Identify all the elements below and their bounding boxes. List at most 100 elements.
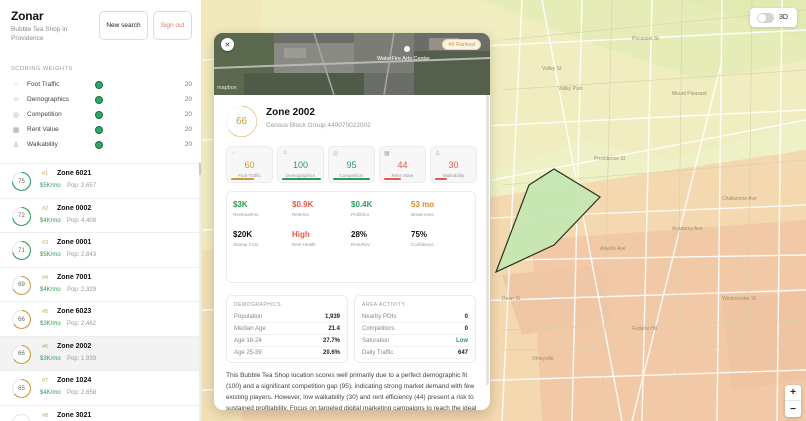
zoom-out-button[interactable]: −: [785, 401, 801, 417]
financial-label: Rent Health: [292, 242, 316, 247]
panel-row: Nearby POIs 0: [362, 312, 468, 323]
metric-value: 100: [292, 160, 309, 170]
zone-list-item[interactable]: 65 #7 Zone 1024 $4K/mo Pop: 2,658: [0, 370, 199, 405]
zone-score-ring: 75: [12, 172, 31, 191]
zone-list-item[interactable]: #8 Zone 3021: [0, 404, 199, 421]
financial-label: Revenue/mo: [233, 212, 259, 217]
weight-value: 20: [184, 111, 192, 118]
rank-badge: #6 Ranked: [442, 39, 481, 50]
metric-value: 44: [397, 160, 408, 170]
financial-value: High: [292, 230, 310, 239]
weight-value: 20: [184, 141, 192, 148]
sign-out-button[interactable]: Sign out: [153, 11, 192, 40]
zone-name: Zone 3021: [57, 411, 92, 419]
financial-label: Rent/Rev: [351, 242, 370, 247]
panel-row: Age 18-24 27.7%: [234, 336, 340, 347]
panel-row-label: Competitors: [362, 326, 395, 332]
scoring-weights-title: SCORING WEIGHTS: [11, 66, 73, 72]
zone-list-item[interactable]: 69 #4 Zone 7001 $4K/mo Pop: 2,329: [0, 266, 199, 302]
zone-list-item[interactable]: 66 #5 Zone 6023 $3K/mo Pop: 2,462: [0, 301, 199, 336]
zone-rent: $3K/mo: [40, 321, 61, 327]
zone-rent: $5K/mo: [40, 252, 61, 258]
weight-slider-handle[interactable]: [95, 140, 103, 149]
zone-name: Zone 0002: [57, 204, 92, 212]
map-street-label: Federal Hill: [632, 326, 657, 332]
zone-score: 75: [18, 178, 25, 185]
map-street-label: Dean St: [502, 296, 521, 302]
new-search-button[interactable]: New search: [99, 11, 148, 40]
zone-score-ring: 71: [12, 241, 31, 260]
zone-subtitle: Census Block Group 440070022002: [266, 122, 371, 129]
financial-metric: $20K Startup Cost: [233, 230, 258, 247]
zone-rank: #2: [42, 205, 49, 212]
card-scrollbar[interactable]: [486, 95, 489, 385]
zone-score-ring: 65: [12, 379, 31, 398]
area-activity-panel: AREA ACTIVITY Nearby POIs 0 Competitors 0…: [354, 295, 476, 363]
weight-row: ☺ Demographics 20: [11, 93, 192, 106]
weight-slider-handle[interactable]: [95, 95, 103, 104]
toggle-knob: [758, 13, 766, 22]
metric-bar: [231, 178, 255, 180]
zone-name: Zone 0001: [57, 239, 92, 246]
zone-rent: $3K/mo: [40, 355, 61, 362]
weight-slider-handle[interactable]: [95, 125, 103, 134]
weight-value: 20: [184, 96, 192, 103]
weight-label: Demographics: [27, 96, 69, 103]
weight-label: Walkability: [27, 141, 58, 148]
zoom-in-button[interactable]: +: [785, 385, 801, 401]
zone-name: Zone 7001: [57, 273, 92, 281]
map-street-label: Westminster St: [722, 296, 756, 302]
zone-list-item[interactable]: 72 #2 Zone 0002 $4K/mo Pop: 4,408: [0, 197, 199, 233]
panel-row-label: Age 18-24: [234, 338, 262, 344]
zone-name: Zone 6021: [57, 170, 92, 177]
zone-population: Pop: 2,658: [67, 390, 97, 396]
metric-card: ◎ 95 Competition: [328, 146, 375, 183]
zone-rent: $4K/mo: [40, 286, 61, 293]
weight-slider-handle[interactable]: [95, 110, 103, 119]
close-button[interactable]: ✕: [221, 38, 234, 51]
brand: Zonar Bubble Tea Shop in Providence: [11, 9, 81, 43]
metric-bar: [333, 178, 371, 180]
map-street-label: Chalkstone Ave: [722, 196, 757, 202]
panel-row-label: Saturation: [362, 338, 390, 344]
zone-list-item[interactable]: 71 #3 Zone 0001 $5K/mo Pop: 2,843: [0, 232, 199, 267]
zone-score-ring: 66: [12, 310, 31, 329]
building-icon: ▦: [384, 151, 390, 157]
map-street-label: Academy Ave: [672, 226, 703, 232]
financial-label: Rent/mo: [292, 212, 310, 217]
map-street-label: Valley Park: [558, 86, 583, 92]
zone-summary: This Bubble Tea Shop location scores wel…: [226, 372, 477, 410]
people-icon: ☺: [12, 96, 20, 103]
weight-value: 20: [184, 126, 192, 133]
zone-score-ring: 69: [12, 275, 31, 295]
zone-score: 71: [18, 247, 25, 254]
panel-row-value: 1,939: [324, 314, 340, 320]
demographics-title: DEMOGRAPHICS: [234, 302, 282, 308]
financial-value: $3K: [233, 200, 248, 209]
weight-row: ⁘ Foot Traffic 20: [11, 78, 192, 91]
financial-metric: $3K Revenue/mo: [233, 200, 259, 217]
panel-row-value: 0: [464, 314, 468, 320]
zoom-control: + −: [785, 385, 801, 417]
zone-list-item[interactable]: 66 #6 Zone 2002 $3K/mo Pop: 1,939: [0, 335, 199, 371]
zone-rank: #5: [42, 309, 49, 315]
zone-score: 66: [18, 316, 25, 323]
panel-row-label: Nearby POIs: [362, 314, 397, 320]
target-icon: ◎: [12, 111, 20, 119]
weight-row: ◎ Competition 20: [11, 108, 192, 121]
photo-place-label: WaterFire Arts Center: [377, 56, 430, 62]
panel-row-label: Median Age: [234, 326, 266, 332]
zone-rank: #7: [42, 378, 49, 384]
sidebar: Zonar Bubble Tea Shop in Providence New …: [0, 0, 202, 421]
zone-list-item[interactable]: 75 #1 Zone 6021 $5K/mo Pop: 2,657: [0, 163, 199, 198]
weight-row: ▦ Rent Value 20: [11, 123, 192, 136]
financial-metric: High Rent Health: [292, 230, 316, 247]
3d-toggle[interactable]: 3D: [750, 8, 797, 27]
area-activity-title: AREA ACTIVITY: [362, 302, 406, 308]
3d-toggle-switch[interactable]: [757, 12, 774, 23]
map-street-label: Providence St: [594, 156, 626, 162]
weight-slider-handle[interactable]: [95, 80, 103, 89]
weight-label: Competition: [27, 111, 62, 118]
zone-score: 66: [18, 351, 25, 357]
zone-rank: #4: [42, 274, 49, 281]
